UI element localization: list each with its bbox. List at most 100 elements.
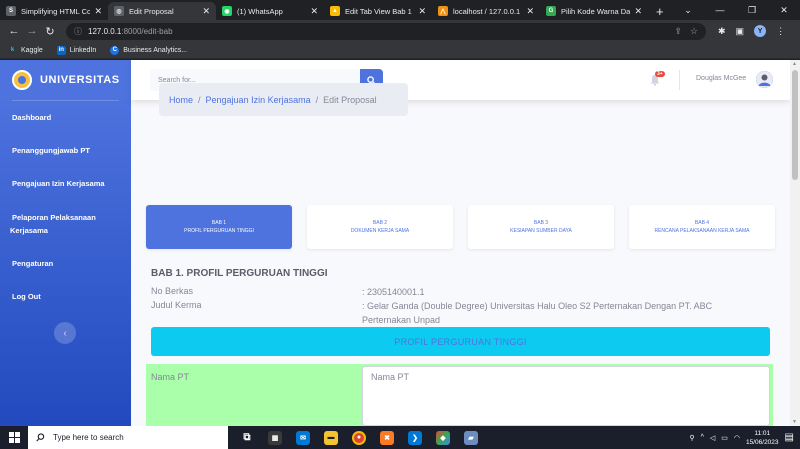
step-bab-4[interactable]: BAB 4 RENCANA PELAKSANAAN KERJA SAMA bbox=[629, 205, 775, 249]
step-number: BAB 1 bbox=[211, 220, 227, 226]
step-bab-1[interactable]: BAB 1 PROFIL PERGURUAN TINGGI bbox=[146, 205, 292, 249]
linkedin-icon: in bbox=[56, 45, 66, 55]
file-explorer-icon[interactable]: ▬ bbox=[324, 430, 338, 445]
drive-icon: ▲ bbox=[330, 6, 340, 16]
browser-tab[interactable]: G Pilih Kode Warna Dari ✕ bbox=[540, 2, 648, 20]
notification-icon[interactable]: ▤ bbox=[785, 432, 794, 443]
system-tray: ⚲ ^ ◁ ▭ ◠ 11:01 15/06/2023 ▤ bbox=[689, 429, 800, 447]
mail-icon[interactable]: ✉ bbox=[296, 430, 310, 445]
close-tab-icon[interactable]: ✕ bbox=[310, 6, 318, 17]
avatar[interactable] bbox=[756, 71, 773, 88]
kaggle-icon: k bbox=[10, 47, 15, 53]
bookmark-star-icon[interactable]: ☆ bbox=[690, 26, 698, 37]
share-icon[interactable]: ⇪ bbox=[674, 26, 682, 37]
close-tab-icon[interactable]: ✕ bbox=[526, 6, 534, 17]
colorful-app-icon[interactable]: ◆ bbox=[436, 430, 450, 445]
scroll-up-icon[interactable]: ▲ bbox=[792, 61, 797, 67]
sidebar-item-penanggungjawab[interactable]: Penanggungjawab PT bbox=[0, 146, 90, 155]
side-panel-icon[interactable]: ▣ bbox=[736, 26, 745, 37]
site-info-icon[interactable]: ⓘ bbox=[74, 26, 82, 37]
step-label: KESIAPAN SUMBER DAYA bbox=[510, 228, 572, 234]
restore-icon[interactable]: ❐ bbox=[736, 5, 768, 16]
battery-icon[interactable]: ▭ bbox=[721, 434, 728, 442]
step-bab-2[interactable]: BAB 2 DOKUMEN KERJA SAMA bbox=[307, 205, 453, 249]
close-tab-icon[interactable]: ✕ bbox=[202, 6, 210, 17]
vscode-icon[interactable]: ❯ bbox=[408, 430, 422, 445]
terminal-app-icon[interactable]: ▰ bbox=[464, 430, 478, 445]
step-number: BAB 2 bbox=[372, 220, 388, 226]
close-tab-icon[interactable]: ✕ bbox=[418, 6, 426, 17]
new-tab-button[interactable]: + bbox=[648, 2, 672, 20]
coursera-icon: C bbox=[110, 45, 120, 55]
sidebar: UNIVERSITAS Dashboard Penanggungjawab PT… bbox=[0, 60, 131, 426]
scroll-down-icon[interactable]: ▼ bbox=[792, 419, 797, 425]
sidebar-item-label: Pelaporan Pelaksanaan bbox=[12, 213, 96, 222]
clock-date: 15/06/2023 bbox=[746, 438, 779, 446]
browser-tab[interactable]: S Simplifying HTML Co ✕ bbox=[0, 2, 108, 20]
taskbar-search-input[interactable]: Type here to search bbox=[28, 426, 228, 449]
sidebar-item-pelaporan[interactable]: Pelaporan Pelaksanaan Kerjasama bbox=[0, 211, 96, 237]
close-tab-icon[interactable]: ✕ bbox=[634, 6, 642, 17]
chrome-icon[interactable]: ● bbox=[352, 430, 366, 445]
wifi-icon[interactable]: ◠ bbox=[734, 434, 740, 442]
taskbar-clock[interactable]: 11:01 15/06/2023 bbox=[746, 429, 779, 447]
url-host: 127.0.0.1 bbox=[88, 26, 122, 36]
people-icon[interactable]: ⚲ bbox=[689, 434, 694, 442]
page-scrollbar[interactable]: ▲ ▼ bbox=[790, 60, 800, 426]
breadcrumb: Home / Pengajuan Izin Kerjasama / Edit P… bbox=[159, 83, 408, 116]
url-input[interactable]: ⓘ 127.0.0.1:8000/edit-bab ⇪ ☆ bbox=[66, 22, 706, 40]
tab-favicon-icon: ◎ bbox=[114, 6, 124, 16]
store-icon[interactable]: ▦ bbox=[268, 430, 282, 445]
close-window-icon[interactable]: ✕ bbox=[768, 5, 800, 16]
judul-kerma-value: : Gelar Ganda (Double Degree) Universita… bbox=[362, 301, 713, 325]
breadcrumb-separator: / bbox=[315, 94, 319, 105]
sidebar-brand[interactable]: UNIVERSITAS bbox=[0, 60, 131, 100]
nama-pt-input[interactable]: Nama PT bbox=[362, 366, 770, 426]
step-label: PROFIL PERGURUAN TINGGI bbox=[184, 228, 254, 234]
browser-tab[interactable]: ◉ (1) WhatsApp ✕ bbox=[216, 2, 324, 20]
reload-icon[interactable]: ↻ bbox=[42, 25, 58, 38]
forward-icon[interactable]: → bbox=[24, 25, 40, 37]
bookmark-kaggle[interactable]: k Kaggle bbox=[8, 46, 43, 55]
alerts-badge: 3+ bbox=[655, 71, 665, 77]
url-path: :8000/edit-bab bbox=[121, 26, 173, 36]
back-icon[interactable]: ← bbox=[6, 25, 22, 37]
step-bab-3[interactable]: BAB 3 KESIAPAN SUMBER DAYA bbox=[468, 205, 614, 249]
breadcrumb-pengajuan[interactable]: Pengajuan Izin Kerjasama bbox=[206, 95, 311, 105]
browser-tab-active[interactable]: ◎ Edit Proposal ✕ bbox=[108, 2, 216, 20]
bookmarks-bar: k Kaggle in LinkedIn C Business Analytic… bbox=[0, 42, 800, 59]
sidebar-item-pengaturan[interactable]: Pengaturan bbox=[0, 259, 53, 268]
breadcrumb-home[interactable]: Home bbox=[169, 95, 193, 105]
step-number: BAB 3 bbox=[533, 220, 549, 226]
sidebar-item-logout[interactable]: Log Out bbox=[0, 292, 41, 301]
address-bar: ← → ↻ ⓘ 127.0.0.1:8000/edit-bab ⇪ ☆ ✱ ▣ … bbox=[0, 20, 800, 42]
section-title: BAB 1. PROFIL PERGURUAN TINGGI bbox=[151, 268, 328, 279]
menu-icon[interactable]: ⋮ bbox=[776, 26, 785, 37]
bookmark-business-analytics[interactable]: C Business Analytics... bbox=[110, 45, 187, 55]
task-view-icon[interactable]: ⧉ bbox=[240, 431, 254, 445]
extensions-icon[interactable]: ✱ bbox=[718, 26, 726, 37]
browser-tab[interactable]: ▲ Edit Tab View Bab 1 - ✕ bbox=[324, 2, 432, 20]
sidebar-toggle-button[interactable]: ‹ bbox=[54, 322, 76, 344]
tab-favicon-icon: G bbox=[546, 6, 556, 16]
windows-start-button[interactable] bbox=[0, 432, 28, 443]
close-tab-icon[interactable]: ✕ bbox=[94, 6, 102, 17]
bookmark-linkedin[interactable]: in LinkedIn bbox=[56, 45, 96, 55]
minimize-icon[interactable]: — bbox=[704, 5, 736, 15]
step-label: DOKUMEN KERJA SAMA bbox=[350, 228, 410, 234]
tab-search-icon[interactable]: ⌄ bbox=[672, 5, 704, 16]
step-number: BAB 4 bbox=[694, 220, 710, 226]
tray-chevron-icon[interactable]: ^ bbox=[701, 434, 704, 441]
xampp-icon[interactable]: ✖ bbox=[380, 430, 394, 445]
volume-icon[interactable]: ◁ bbox=[710, 434, 715, 442]
taskbar: Type here to search ⧉ ▦ ✉ ▬ ● ✖ ❯ ◆ ▰ ⚲ … bbox=[0, 426, 800, 449]
profile-avatar[interactable]: Y bbox=[754, 25, 767, 37]
browser-tab[interactable]: ⋀ localhost / 127.0.0.1 / ✕ bbox=[432, 2, 540, 20]
step-label: RENCANA PELAKSANAAN KERJA SAMA bbox=[654, 228, 750, 234]
search-icon bbox=[36, 433, 45, 442]
sidebar-item-pengajuan[interactable]: Pengajuan Izin Kerjasama bbox=[0, 179, 105, 188]
sidebar-item-dashboard[interactable]: Dashboard bbox=[0, 113, 51, 122]
wizard-steps: BAB 1 PROFIL PERGURUAN TINGGI BAB 2 DOKU… bbox=[146, 205, 776, 249]
scrollbar-thumb[interactable] bbox=[792, 70, 798, 180]
user-name[interactable]: Douglas McGee bbox=[696, 75, 746, 82]
